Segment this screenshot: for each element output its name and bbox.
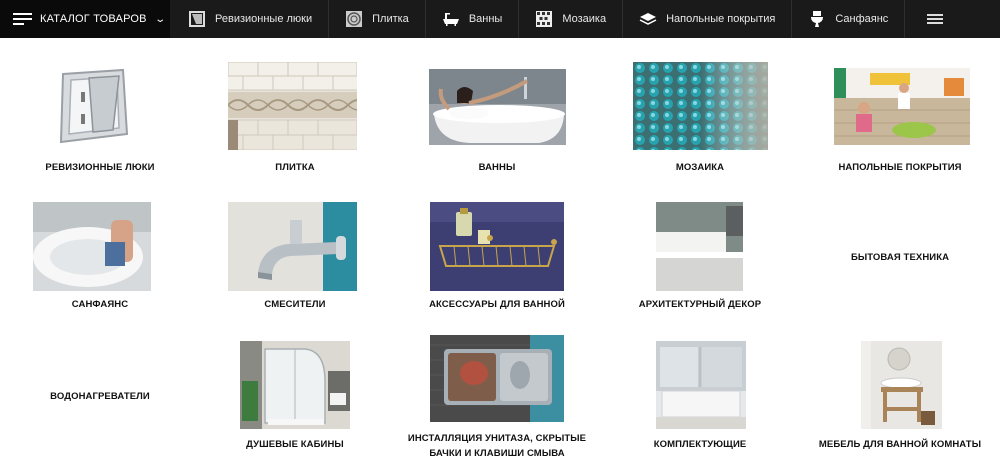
nav-item-bathtubs[interactable]: Ванны (426, 0, 520, 38)
more-menu-button[interactable] (905, 0, 965, 38)
category-water-heaters[interactable]: ВОДОНАГРЕВАТЕЛИ (0, 316, 200, 466)
category-components[interactable]: КОМПЛЕКТУЮЩИЕ (600, 316, 800, 466)
nav-item-label: Ревизионные люки (215, 13, 313, 25)
toilet-icon (811, 11, 824, 27)
nav-item-floor-coverings[interactable]: Напольные покрытия (623, 0, 793, 38)
category-shower-cabins[interactable]: ДУШЕВЫЕ КАБИНЫ (195, 316, 395, 466)
category-grid: РЕВИЗИОННЫЕ ЛЮКИ ПЛИТКА ВАННЫ МОЗАИКА НА… (0, 38, 1000, 467)
category-label: КОМПЛЕКТУЮЩИЕ (653, 439, 747, 450)
category-sanitary[interactable]: САНФАЯНС (0, 188, 200, 316)
category-label: АРХИТЕКТУРНЫЙ ДЕКОР (638, 299, 762, 310)
category-floor-coverings[interactable]: НАПОЛЬНЫЕ ПОКРЫТИЯ (800, 38, 1000, 188)
category-image (430, 202, 564, 291)
nav-item-tile[interactable]: Плитка (329, 0, 426, 38)
category-image (430, 335, 564, 422)
category-label: ИНСТАЛЛЯЦИЯ УНИТАЗА, СКРЫТЫЕ БАЧКИ И КЛА… (407, 433, 587, 459)
category-image (228, 62, 357, 150)
category-image (240, 341, 350, 429)
category-mosaic[interactable]: МОЗАИКА (600, 38, 800, 188)
category-revision-hatches[interactable]: РЕВИЗИОННЫЕ ЛЮКИ (0, 38, 200, 188)
category-label: АКСЕССУАРЫ ДЛЯ ВАННОЙ (429, 299, 565, 310)
hatch-icon (189, 11, 205, 27)
nav-item-mosaic[interactable]: Мозаика (519, 0, 624, 38)
category-bathroom-furniture[interactable]: МЕБЕЛЬ ДЛЯ ВАННОЙ КОМНАТЫ (800, 316, 1000, 466)
category-label: МЕБЕЛЬ ДЛЯ ВАННОЙ КОМНАТЫ (818, 439, 982, 450)
hamburger-icon (927, 12, 944, 26)
category-label: БЫТОВАЯ ТЕХНИКА (850, 252, 950, 263)
category-label: НАПОЛЬНЫЕ ПОКРЫТИЯ (838, 162, 962, 173)
category-image (633, 62, 768, 150)
category-bath-accessories[interactable]: АКСЕССУАРЫ ДЛЯ ВАННОЙ (397, 188, 597, 316)
category-label: ВОДОНАГРЕВАТЕЛИ (50, 391, 150, 402)
category-label: ПЛИТКА (275, 162, 315, 173)
category-bathtubs[interactable]: ВАННЫ (397, 38, 597, 188)
mosaic-icon (536, 11, 553, 27)
category-tile[interactable]: ПЛИТКА (195, 38, 395, 188)
tile-icon (346, 11, 363, 27)
category-label: ВАННЫ (478, 162, 516, 173)
category-toilet-installation[interactable]: ИНСТАЛЛЯЦИЯ УНИТАЗА, СКРЫТЫЕ БАЧКИ И КЛА… (397, 316, 597, 466)
catalog-menu-icon (13, 13, 32, 25)
category-architectural-decor[interactable]: АРХИТЕКТУРНЫЙ ДЕКОР (600, 188, 800, 316)
category-label: МОЗАИКА (675, 162, 725, 173)
category-image (656, 202, 743, 291)
category-label: ДУШЕВЫЕ КАБИНЫ (246, 439, 344, 450)
nav-item-revision-hatches[interactable]: Ревизионные люки (170, 0, 330, 38)
top-navigation: КАТАЛОГ ТОВАРОВ ⌄ Ревизионные люки Плитк… (0, 0, 1000, 38)
nav-item-label: Санфаянс (835, 13, 889, 25)
catalog-label: КАТАЛОГ ТОВАРОВ (40, 13, 147, 25)
floor-icon (639, 13, 657, 25)
category-image (429, 69, 566, 145)
nav-item-sanitary[interactable]: Санфаянс (792, 0, 906, 38)
bathtub-icon (442, 13, 459, 26)
category-image (49, 62, 137, 150)
category-home-appliances[interactable]: БЫТОВАЯ ТЕХНИКА (800, 188, 1000, 316)
chevron-down-icon: ⌄ (154, 13, 166, 25)
category-label: РЕВИЗИОННЫЕ ЛЮКИ (45, 162, 155, 173)
nav-item-label: Плитка (372, 13, 409, 25)
catalog-menu-button[interactable]: КАТАЛОГ ТОВАРОВ ⌄ (0, 0, 170, 38)
category-image (861, 341, 942, 429)
nav-item-label: Мозаика (562, 13, 607, 25)
category-label: СМЕСИТЕЛИ (264, 299, 326, 310)
category-mixers[interactable]: СМЕСИТЕЛИ (195, 188, 395, 316)
category-label: САНФАЯНС (71, 299, 129, 310)
category-image (834, 68, 970, 145)
nav-item-label: Ванны (468, 13, 503, 25)
nav-item-label: Напольные покрытия (666, 13, 776, 25)
category-image (656, 341, 746, 429)
category-image (228, 202, 357, 291)
category-image (33, 202, 151, 291)
